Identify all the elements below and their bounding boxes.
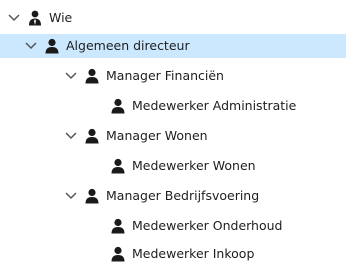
chevron-down-icon[interactable] — [64, 69, 78, 83]
tree-node-label: Medewerker Wonen — [132, 158, 256, 173]
user-icon — [84, 128, 100, 144]
tree-node-medewerker-inkoop[interactable]: Medewerker Inkoop — [110, 242, 254, 266]
user-icon — [110, 98, 126, 114]
tree-node-medewerker-onderhoud[interactable]: Medewerker Onderhoud — [110, 214, 282, 238]
tree-node-label: Manager Wonen — [106, 128, 208, 143]
tree-node-manager-bedrijfsvoering[interactable]: Manager Bedrijfsvoering — [64, 184, 259, 208]
tree-node-medewerker-administratie[interactable]: Medewerker Administratie — [110, 94, 296, 118]
chevron-down-icon[interactable] — [64, 129, 78, 143]
tree-node-label: Medewerker Onderhoud — [132, 218, 283, 233]
tree-node-label: Wie — [49, 10, 73, 25]
tree-node-label: Medewerker Inkoop — [132, 246, 255, 261]
tree-node-manager-financien[interactable]: Manager Financiën — [64, 64, 224, 88]
tree-node-label: Algemeen directeur — [66, 38, 190, 53]
tree-node-medewerker-wonen[interactable]: Medewerker Wonen — [110, 154, 256, 178]
user-icon — [84, 188, 100, 204]
user-tie-icon — [27, 10, 43, 26]
chevron-down-icon[interactable] — [7, 11, 21, 25]
tree-node-manager-wonen[interactable]: Manager Wonen — [64, 124, 208, 148]
user-icon — [110, 246, 126, 262]
org-tree: Wie Algemeen directeur Manager Financiën — [0, 0, 346, 268]
tree-node-label: Manager Financiën — [106, 68, 224, 83]
tree-node-wie[interactable]: Wie — [7, 6, 72, 30]
user-icon — [44, 38, 60, 54]
user-icon — [110, 158, 126, 174]
tree-node-algemeen-directeur[interactable]: Algemeen directeur — [0, 34, 346, 58]
user-icon — [110, 218, 126, 234]
tree-node-label: Manager Bedrijfsvoering — [106, 188, 260, 203]
tree-node-label: Medewerker Administratie — [132, 98, 297, 113]
user-icon — [84, 68, 100, 84]
chevron-down-icon[interactable] — [64, 189, 78, 203]
chevron-down-icon[interactable] — [24, 39, 38, 53]
